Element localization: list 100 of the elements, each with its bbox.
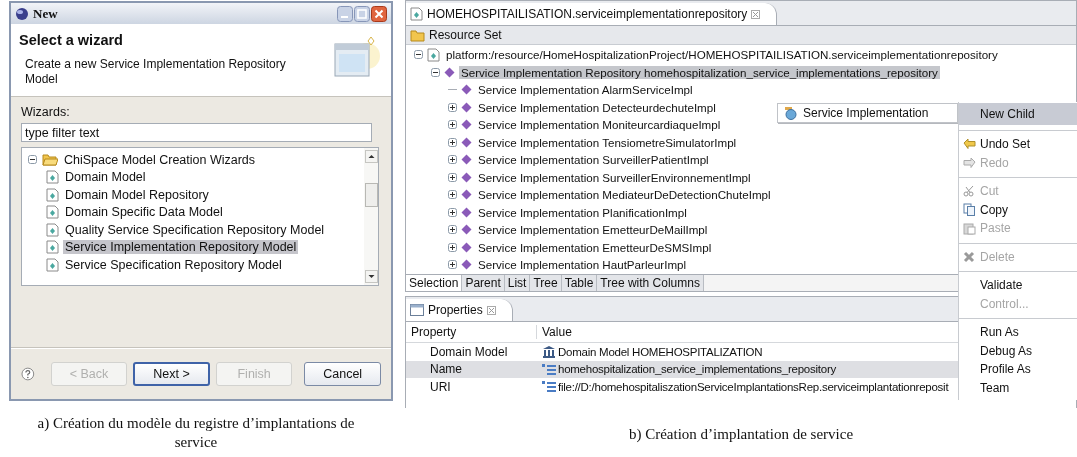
tree-item[interactable]: Service Implementation SurveillerPatientImpl — [476, 153, 711, 167]
wizard-item[interactable]: ChiSpace Model Creation Wizards — [62, 152, 258, 167]
tree-item[interactable]: Service Implementation Repository homehospitalization_service_implementations_repository — [459, 65, 940, 79]
building-icon — [542, 345, 556, 359]
view-tab[interactable]: Selection — [406, 275, 463, 291]
help-icon[interactable] — [21, 367, 35, 381]
close-icon[interactable] — [371, 5, 387, 22]
close-icon[interactable] — [751, 9, 761, 19]
tree-item[interactable]: Service Implementation TensiometreSimulatorImpl — [476, 135, 739, 149]
model-file-icon — [46, 240, 59, 255]
scroll-down-icon[interactable] — [364, 270, 378, 283]
view-tab[interactable]: Parent — [462, 275, 505, 291]
property-value: Domain Model HOMEHOSPITALIZATION — [558, 345, 763, 358]
tree-item[interactable]: Service Implementation DetecteurdechuteImpl — [476, 100, 718, 114]
model-file-icon — [46, 205, 59, 220]
expand-icon[interactable] — [448, 260, 457, 270]
model-file-icon — [46, 170, 59, 185]
model-file-icon — [410, 7, 423, 21]
expand-icon[interactable] — [448, 190, 457, 200]
wizard-item[interactable]: Service Implementation Repository Model — [63, 240, 299, 255]
property-value: homehospitalization_service_implementations_repository — [558, 363, 836, 376]
expand-icon[interactable] — [448, 155, 457, 165]
expand-icon[interactable] — [448, 120, 457, 130]
editor-tab[interactable]: HOMEHOSPITAILISATION.serviceimplementationrepository — [406, 3, 778, 25]
expand-icon[interactable] — [448, 242, 457, 252]
tree-item[interactable]: Service Implementation HautParleurImpl — [476, 258, 689, 272]
window-icon — [331, 34, 381, 80]
folder-icon — [410, 28, 425, 42]
tree-item[interactable]: Service Implementation EmetteurDeMailImpl — [476, 223, 710, 237]
tree-item[interactable]: Service Implementation MoniteurcardiaqueImpl — [476, 118, 723, 132]
tree-item[interactable]: Service Implementation SurveillerEnvironnementImpl — [476, 170, 753, 184]
attribute-icon — [542, 363, 556, 375]
expand-icon[interactable] — [448, 137, 457, 147]
wizard-item[interactable]: Domain Model Repository — [63, 187, 211, 202]
window-title: New — [33, 5, 58, 22]
wizard-item[interactable]: Quality Service Specification Repository Model — [63, 222, 327, 237]
globe-icon — [15, 6, 29, 21]
wizard-description: Create a new Service Implementation Repository Model — [24, 57, 287, 87]
view-tab[interactable]: List — [504, 275, 531, 291]
expand-icon[interactable] — [448, 207, 457, 217]
collapse-icon[interactable] — [414, 50, 423, 60]
property-name: Name — [429, 362, 463, 377]
diamond-icon — [461, 101, 472, 113]
diamond-icon — [444, 66, 455, 78]
diamond-icon — [461, 189, 472, 201]
diamond-icon — [461, 154, 472, 166]
tree-item[interactable]: Service Implementation MediateurDeDetectionChuteImpl — [476, 188, 773, 202]
collapse-icon[interactable] — [431, 67, 440, 77]
expand-icon[interactable] — [448, 102, 457, 112]
diamond-icon — [461, 136, 472, 148]
table-icon — [410, 304, 424, 316]
diamond-icon — [461, 84, 472, 96]
component-icon — [784, 106, 798, 120]
dialog-button[interactable]: Cancel — [304, 362, 381, 386]
view-tab[interactable]: Tree — [530, 275, 562, 291]
attribute-icon — [542, 381, 556, 393]
wizards-label: Wizards: — [21, 105, 71, 119]
wizard-item[interactable]: Service Specification Repository Model — [63, 257, 284, 272]
tree-item[interactable]: Service Implementation AlarmServiceImpl — [476, 83, 695, 97]
expand-icon[interactable] — [448, 172, 457, 182]
delete-icon — [963, 250, 975, 263]
diamond-icon — [461, 119, 472, 131]
view-tab[interactable]: Table — [561, 275, 598, 291]
model-file-icon — [46, 257, 59, 272]
tree-item[interactable]: Service Implementation PlanificationImpl — [476, 205, 689, 219]
figure-caption: b) Création d’implantation de service — [627, 424, 855, 444]
column-header[interactable]: Property — [406, 325, 536, 339]
expand-icon[interactable] — [448, 225, 457, 235]
scroll-thumb[interactable] — [364, 183, 378, 207]
filter-field[interactable]: type filter text — [21, 123, 372, 142]
resource-set-label: Resource Set — [429, 28, 502, 42]
diamond-icon — [461, 206, 472, 218]
model-file-icon — [427, 47, 440, 62]
model-file-icon — [46, 187, 59, 202]
menu-item[interactable]: New Child — [959, 103, 1077, 125]
clipboard-icon — [962, 221, 976, 235]
minimize-icon[interactable] — [337, 5, 353, 22]
property-name: URI — [429, 379, 452, 394]
wizard-item[interactable]: Domain Specific Data Model — [63, 205, 225, 220]
diamond-icon — [461, 224, 472, 236]
scissors-icon — [962, 185, 976, 198]
maximize-icon[interactable] — [354, 5, 370, 22]
properties-tab[interactable]: Properties — [406, 299, 513, 321]
tree-item[interactable]: platform:/resource/HomeHospitalizationProject/HOMEHOSPITAILISATION.serviceimplementationrepository — [444, 48, 1000, 62]
diamond-icon — [461, 241, 472, 253]
diamond-icon — [461, 259, 472, 271]
scrollbar[interactable] — [364, 148, 378, 285]
view-tab[interactable]: Tree with Columns — [597, 275, 704, 291]
collapse-icon[interactable] — [28, 155, 37, 165]
wizard-heading: Select a wizard — [19, 32, 124, 48]
copy-icon — [962, 203, 976, 217]
redo-icon — [962, 156, 976, 169]
close-icon[interactable] — [486, 305, 496, 315]
scroll-up-icon[interactable] — [364, 150, 378, 163]
diamond-icon — [461, 171, 472, 183]
undo-icon — [962, 138, 976, 151]
dialog-button[interactable]: Next > — [133, 362, 210, 386]
wizard-item[interactable]: Domain Model — [63, 170, 148, 185]
tree-item[interactable]: Service Implementation EmetteurDeSMSImpl — [476, 240, 714, 254]
figure-caption: a) Création du modèle du registre d’implantations de service — [36, 414, 356, 452]
